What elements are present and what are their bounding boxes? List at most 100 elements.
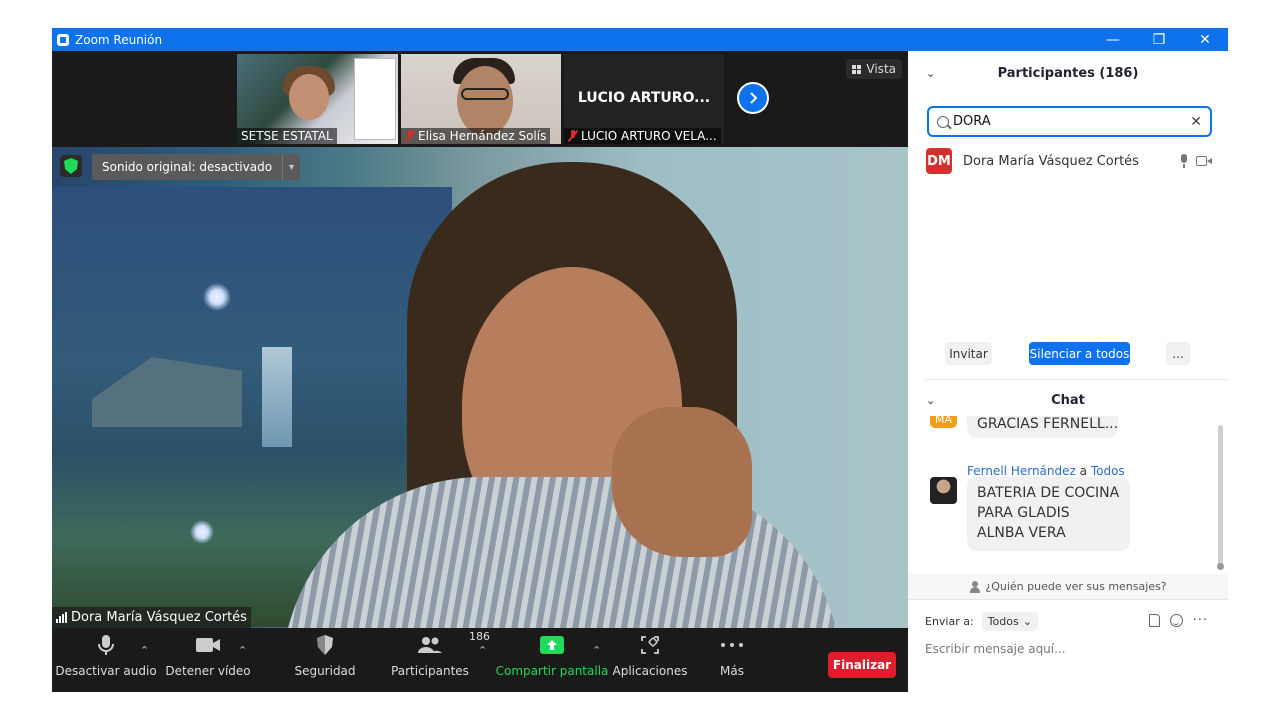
send-to-dropdown[interactable]: Todos ⌄ <box>981 611 1038 631</box>
zoom-window: Zoom Reunión — ❐ ✕ SETSE ESTATAL Elisa H… <box>52 28 1228 692</box>
next-page-button[interactable] <box>737 82 769 114</box>
participants-icon: 186 <box>417 628 490 662</box>
person-icon <box>969 580 981 593</box>
view-button[interactable]: Vista <box>846 59 902 79</box>
microphone-icon <box>1180 154 1188 168</box>
grid-view-icon <box>852 64 862 74</box>
security-button[interactable]: Seguridad <box>292 628 358 692</box>
chevron-down-icon[interactable]: ▾ <box>282 154 301 180</box>
more-label: Más <box>720 664 744 678</box>
meeting-toolbar: Desactivar audio ⌃ Detener vídeo ⌃ Segur… <box>52 628 908 692</box>
thumbnail-strip: SETSE ESTATAL Elisa Hernández Solís LUCI… <box>52 51 908 147</box>
original-sound-label[interactable]: Sonido original: desactivado <box>92 154 283 180</box>
view-button-label: Vista <box>866 62 896 76</box>
chat-message-sender: Fernell Hernández a Todos <box>967 464 1125 478</box>
chat-divider <box>908 599 1228 600</box>
encryption-badge[interactable] <box>60 155 82 177</box>
shield-check-icon <box>64 158 78 174</box>
share-options-chevron-icon[interactable]: ⌃ <box>592 644 601 657</box>
thumbnail-face <box>457 66 513 136</box>
shield-icon <box>315 628 335 662</box>
mute-audio-button[interactable]: Desactivar audio <box>55 628 157 692</box>
restore-button[interactable]: ❐ <box>1136 28 1182 51</box>
muted-mic-icon <box>405 130 415 142</box>
invite-button[interactable]: Invitar <box>945 342 992 365</box>
more-dots-icon <box>720 628 744 662</box>
title-bar: Zoom Reunión — ❐ ✕ <box>52 28 1228 51</box>
video-camera-icon <box>1196 156 1212 166</box>
video-area: SETSE ESTATAL Elisa Hernández Solís LUCI… <box>52 51 908 628</box>
painting-waterfall <box>262 347 292 447</box>
chat-more-icon[interactable]: ··· <box>1193 613 1208 628</box>
security-label: Seguridad <box>294 664 356 678</box>
thumbnail-lucio[interactable]: LUCIO ARTURO... LUCIO ARTURO VELA... <box>564 54 724 144</box>
participant-row[interactable]: DM Dora María Vásquez Cortés <box>926 147 1216 175</box>
search-icon <box>937 115 949 128</box>
close-button[interactable]: ✕ <box>1182 28 1228 51</box>
participant-avatar: DM <box>926 148 952 174</box>
participant-search-input[interactable] <box>953 114 1191 129</box>
window-title: Zoom Reunión <box>75 32 163 47</box>
thumbnail-elisa[interactable]: Elisa Hernández Solís <box>401 54 561 144</box>
thumbnail-name: Elisa Hernández Solís <box>401 128 551 144</box>
participants-title: Participantes (186) <box>997 65 1139 81</box>
chat-scroll-thumb[interactable] <box>1217 563 1224 570</box>
collapse-participants-chevron-icon[interactable]: ⌄ <box>926 67 935 80</box>
collapse-chat-chevron-icon[interactable]: ⌄ <box>926 394 935 407</box>
microphone-icon <box>96 628 116 662</box>
end-meeting-button[interactable]: Finalizar <box>828 652 896 678</box>
chat-message-input[interactable] <box>925 637 1215 661</box>
thumbnail-name: LUCIO ARTURO VELA... <box>564 128 721 144</box>
video-options-chevron-icon[interactable]: ⌃ <box>238 644 247 657</box>
send-to-row: Enviar a: Todos ⌄ <box>925 610 1038 632</box>
video-camera-icon <box>195 628 221 662</box>
participant-name: Dora María Vásquez Cortés <box>963 153 1139 169</box>
send-to-label: Enviar a: <box>925 614 974 628</box>
chat-avatar <box>930 477 957 504</box>
chat-message-bubble: GRACIAS FERNELL... <box>967 416 1118 438</box>
apps-icon <box>640 628 660 662</box>
shared-screen-preview <box>354 58 396 140</box>
participants-button[interactable]: 186 Participantes <box>391 628 490 692</box>
mute-all-button[interactable]: Silenciar a todos <box>1029 342 1130 365</box>
more-button[interactable]: Más <box>712 628 752 692</box>
participant-search-box[interactable]: ✕ <box>927 106 1212 137</box>
file-icon[interactable] <box>1148 614 1160 627</box>
chat-title: Chat <box>1051 392 1085 408</box>
apps-button[interactable]: Aplicaciones <box>613 628 687 692</box>
chat-avatar: MA <box>930 416 957 428</box>
thumbnail-glasses <box>461 88 509 100</box>
chat-messages[interactable]: MA GRACIAS FERNELL... Fernell Hernández … <box>908 416 1228 574</box>
participants-options-chevron-icon[interactable]: ⌃ <box>478 644 487 657</box>
share-screen-button[interactable]: Compartir pantalla <box>496 628 608 692</box>
chat-scrollbar[interactable] <box>1218 425 1223 569</box>
active-speaker-video: Sonido original: desactivado ▾ Dora Marí… <box>52 147 908 628</box>
thumbnail-setse[interactable]: SETSE ESTATAL <box>237 54 398 144</box>
thumbnail-name-text: Elisa Hernández Solís <box>418 129 547 143</box>
stop-video-button[interactable]: Detener vídeo <box>165 628 251 692</box>
thumbnail-face <box>289 74 329 120</box>
chat-sender-name[interactable]: Fernell Hernández <box>967 464 1076 478</box>
thumbnail-name: SETSE ESTATAL <box>237 128 337 144</box>
chat-privacy-text[interactable]: ¿Quién puede ver sus mensajes? <box>985 580 1166 593</box>
speaker-name: Dora María Vásquez Cortés <box>71 610 247 625</box>
signal-bars-icon <box>56 612 67 623</box>
chevron-right-icon <box>750 92 758 104</box>
share-screen-icon <box>540 628 564 662</box>
audio-options-chevron-icon[interactable]: ⌃ <box>140 644 149 657</box>
speaker-hand <box>612 407 752 557</box>
original-sound-toggle[interactable]: Sonido original: desactivado ▾ <box>92 154 301 180</box>
window-controls: — ❐ ✕ <box>1090 28 1228 51</box>
participants-more-button[interactable]: ... <box>1166 342 1190 365</box>
zoom-app-icon <box>57 33 69 46</box>
chat-recipient: Todos <box>1090 464 1125 478</box>
chat-header: ⌄ Chat <box>908 384 1228 416</box>
participants-label: Participantes <box>391 664 469 678</box>
muted-mic-icon <box>568 130 578 142</box>
mute-audio-label: Desactivar audio <box>55 664 157 678</box>
minimize-button[interactable]: — <box>1090 28 1136 51</box>
clear-search-icon[interactable]: ✕ <box>1190 114 1202 130</box>
emoji-icon[interactable] <box>1169 614 1183 627</box>
chat-privacy-link[interactable]: ¿Quién puede ver sus mensajes? <box>908 574 1228 599</box>
participants-header: ⌄ Participantes (186) <box>908 51 1228 95</box>
